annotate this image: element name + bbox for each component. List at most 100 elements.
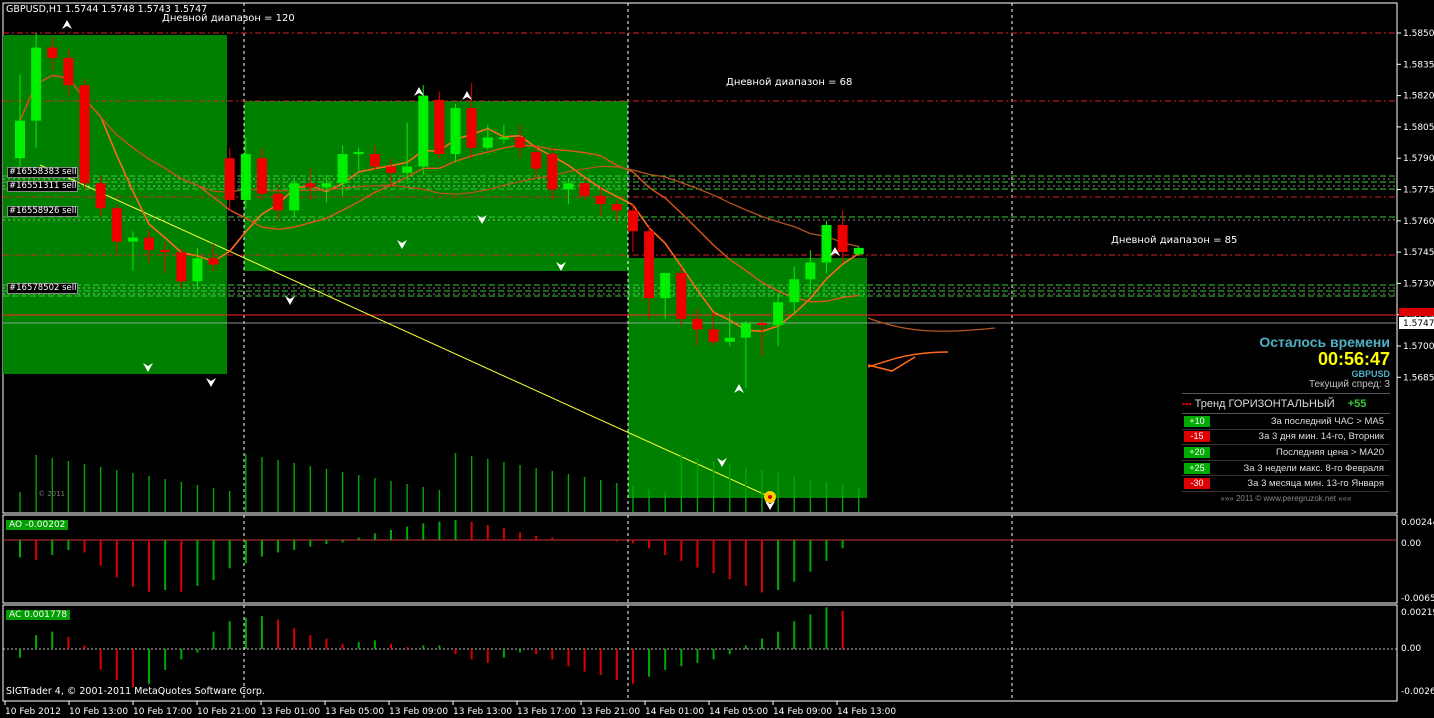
candle-body: [773, 302, 784, 326]
price-tick-label: 1.5805: [1403, 123, 1434, 133]
candle-body: [192, 258, 203, 282]
score-badge: +10: [1184, 415, 1210, 427]
candle-body: [611, 204, 622, 211]
candle-body: [337, 154, 348, 184]
price-tick-label: 1.5835: [1403, 60, 1434, 70]
candle-body: [563, 183, 574, 190]
score-badge: -15: [1184, 431, 1210, 443]
trend-icon: ▪▪▪: [1182, 399, 1192, 409]
info-row-text: За 3 месяца мин. 13-го Января: [1247, 478, 1384, 490]
ma-projection: [867, 317, 996, 332]
info-row: +10 За последний ЧАС > MA5: [1182, 414, 1390, 430]
bid-price-box: [1399, 308, 1434, 316]
candle-body: [482, 137, 493, 148]
score-badge: +25: [1184, 462, 1210, 474]
candle-body: [224, 158, 235, 200]
order-label-4[interactable]: #16578502 sell: [7, 283, 79, 294]
candle-body: [47, 47, 58, 59]
candle-body: [208, 258, 219, 265]
price-tick-label: 1.5775: [1403, 186, 1434, 196]
candle-body: [15, 120, 25, 159]
fractal-down-icon: [206, 378, 216, 387]
candle-body: [273, 193, 284, 211]
candle-body: [789, 279, 800, 303]
copyright-text: SIGTrader 4, © 2001-2011 MetaQuotes Soft…: [6, 686, 265, 697]
candle-body: [450, 108, 461, 155]
candle-body: [63, 58, 74, 86]
daily-range-label-2: Дневной диапазон = 68: [726, 77, 853, 88]
trend-label: Тренд ГОРИЗОНТАЛЬНЫЙ: [1194, 398, 1335, 410]
candle-body: [547, 154, 558, 190]
price-tick-label: 1.5820: [1403, 92, 1434, 102]
candle-body: [756, 323, 767, 326]
candle-body: [31, 47, 42, 121]
info-row-text: За последний ЧАС > MA5: [1270, 415, 1384, 427]
candle-body: [644, 231, 655, 299]
candle-body: [627, 210, 638, 232]
time-tick-label: 13 Feb 13:00: [453, 707, 512, 717]
ac-axis-label: 0.00219: [1401, 608, 1434, 618]
ao-axis-label: -0.00659: [1401, 594, 1434, 604]
candle-body: [498, 137, 509, 140]
ao-indicator-label: AO -0.00202: [6, 520, 69, 530]
info-panel: Осталось времени 00:56:47 GBPUSD Текущий…: [1182, 334, 1390, 503]
fractal-up-icon: [62, 20, 72, 29]
info-row-text: Последняя цена > MA20: [1276, 446, 1384, 458]
ac-indicator-label: AC 0.001778: [6, 610, 71, 620]
time-tick-label: 10 Feb 2012: [5, 707, 61, 717]
fractal-up-icon: [414, 87, 424, 96]
candle-body: [111, 208, 122, 242]
time-tick-label: 14 Feb 13:00: [837, 707, 896, 717]
time-tick-label: 10 Feb 13:00: [69, 707, 128, 717]
time-tick-label: 13 Feb 01:00: [261, 707, 320, 717]
time-tick-label: 10 Feb 21:00: [197, 707, 256, 717]
candle-body: [805, 262, 816, 280]
info-panel-symbol: GBPUSD: [1351, 369, 1390, 379]
current-price-label: 1.5747: [1403, 319, 1434, 329]
daily-range-label-3: Дневной диапазон = 85: [1111, 235, 1238, 246]
candle-body: [708, 329, 719, 342]
price-tick-label: 1.5685: [1403, 373, 1434, 383]
candle-body: [515, 137, 526, 148]
time-tick-label: 13 Feb 05:00: [325, 707, 384, 717]
countdown-timer: 00:56:47: [1317, 349, 1390, 369]
price-tick-label: 1.5730: [1403, 279, 1434, 289]
time-tick-label: 14 Feb 01:00: [645, 707, 704, 717]
time-tick-label: 13 Feb 09:00: [389, 707, 448, 717]
order-label-1[interactable]: #16558383 sell: [7, 167, 79, 178]
candle-body: [466, 108, 477, 148]
price-tick-label: 1.5760: [1403, 217, 1434, 227]
fractal-down-icon: [285, 296, 295, 305]
candle-body: [821, 224, 832, 263]
candle-body: [321, 183, 332, 188]
candle-body: [418, 95, 429, 167]
candle-body: [144, 237, 155, 251]
time-tick-label: 13 Feb 17:00: [517, 707, 576, 717]
spread-text: Текущий спред: 3: [1182, 379, 1390, 394]
time-tick-label: 10 Feb 17:00: [133, 707, 192, 717]
candle-body: [402, 166, 413, 173]
info-row-text: За 3 дня мин. 14-го, Вторник: [1258, 431, 1384, 443]
info-rows: +10 За последний ЧАС > MA5 -15 За 3 дня мин…: [1182, 414, 1390, 492]
candle-body: [724, 337, 735, 342]
info-panel-footer: »»» 2011 © www.peregruzok.net «««: [1220, 493, 1352, 503]
candle-body: [595, 195, 606, 205]
order-label-2[interactable]: #16551311 sell: [7, 181, 79, 192]
candle-body: [531, 151, 542, 169]
order-label-3[interactable]: #16558926 sell: [7, 206, 79, 217]
trend-value: +55: [1347, 398, 1367, 410]
candle-body: [692, 318, 703, 330]
candle-body: [853, 247, 864, 255]
candle-body: [676, 272, 687, 319]
candle-body: [256, 158, 267, 194]
watermark-text: © 2011: [38, 490, 66, 498]
price-tick-label: 1.5850: [1403, 29, 1434, 39]
info-row: +20 Последняя цена > MA20: [1182, 445, 1390, 461]
ao-pane: [2, 514, 1398, 604]
price-tick-label: 1.5790: [1403, 154, 1434, 164]
trend-row: ▪▪▪ Тренд ГОРИЗОНТАЛЬНЫЙ +55: [1182, 395, 1390, 414]
candle-body: [160, 250, 171, 253]
candle-body: [176, 252, 187, 282]
info-row: -15 За 3 дня мин. 14-го, Вторник: [1182, 430, 1390, 446]
time-tick-label: 14 Feb 05:00: [709, 707, 768, 717]
